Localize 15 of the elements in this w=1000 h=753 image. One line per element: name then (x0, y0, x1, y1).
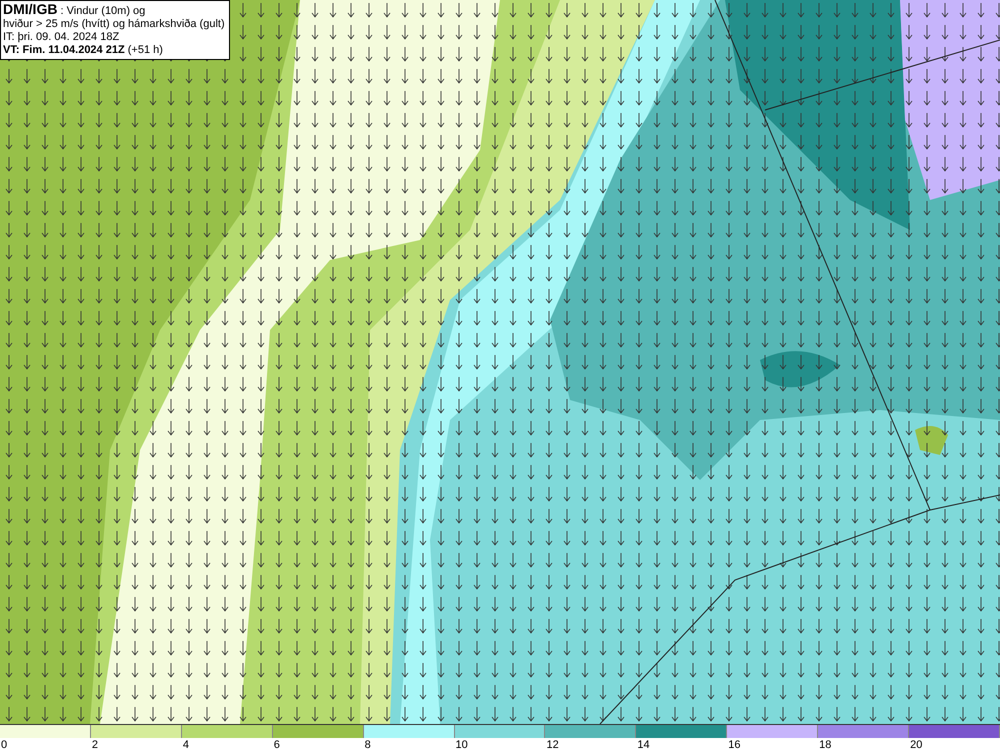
legend-label: 10 (454, 738, 468, 752)
legend-label: 16 (727, 738, 741, 752)
map-subtitle: hviður > 25 m/s (hvítt) og hámarkshviða (gult) (3, 18, 225, 31)
map-subtitle: IT: þri. 09. 04. 2024 18Z (3, 31, 120, 44)
map-subtitle: VT: Fim. 11.04.2024 21Z (+51 h) (3, 44, 164, 57)
legend-label: 6 (272, 738, 280, 752)
legend-label: 20 (909, 738, 922, 752)
legend-label: 12 (545, 738, 559, 752)
legend-label: 14 (636, 738, 650, 752)
legend-label: 2 (90, 738, 98, 752)
legend-label: 8 (364, 738, 371, 752)
map-title: DMI/IGB : Vindur (10m) og (3, 3, 146, 18)
legend-label: 4 (182, 738, 189, 752)
legend-label: 0 (0, 738, 8, 752)
legend-label: 18 (818, 738, 832, 752)
